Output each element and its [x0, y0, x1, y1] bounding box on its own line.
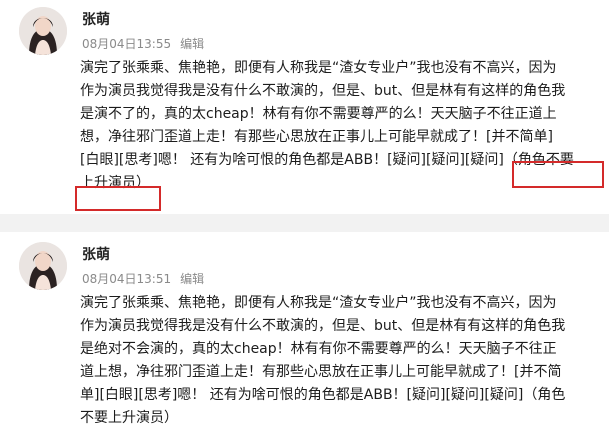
avatar[interactable] [19, 7, 67, 55]
post-text-line: 是演不了的，真的太cheap！林有有你不需要尊严的么！天天脑子不往正道上 [80, 106, 557, 122]
avatar-image [19, 242, 67, 290]
highlight-box [75, 186, 161, 211]
author-name[interactable]: 张萌 [82, 9, 110, 29]
post-text-line: 想，净往邪门歪道上走！有那些心思放在正事儿上可能早就成了！[并不简单] [80, 129, 553, 145]
avatar[interactable] [19, 242, 67, 290]
edit-label[interactable]: 编辑 [180, 272, 204, 286]
highlight-box [512, 161, 604, 188]
post-text-line: 不要上升演员） [80, 410, 178, 426]
post-text-line: 演完了张乘乘、焦艳艳，即便有人称我是“渣女专业户”我也没有不高兴，因为 [80, 295, 557, 311]
post-text: 演完了张乘乘、焦艳艳，即便有人称我是“渣女专业户”我也没有不高兴，因为 作为演员… [80, 292, 592, 430]
edit-label[interactable]: 编辑 [180, 37, 204, 51]
post-text-line: 作为演员我觉得我是没有什么不敢演的，但是、but、但是林有有这样的角色我 [80, 83, 566, 99]
post-text-line: 演完了张乘乘、焦艳艳，即便有人称我是“渣女专业户”我也没有不高兴，因为 [80, 60, 557, 76]
post-timestamp[interactable]: 08月04日13:51 [82, 272, 171, 286]
post-text-line: 道上想，净往邪门歪道上走！有那些心思放在正事儿上可能早就成了！[并不简 [80, 364, 562, 380]
post-card: 张萌 08月04日13:55 编辑 演完了张乘乘、焦艳艳，即便有人称我是“渣女专业… [0, 0, 609, 214]
avatar-image [19, 7, 67, 55]
post-timestamp[interactable]: 08月04日13:55 [82, 37, 171, 51]
post-card: 张萌 08月04日13:51 编辑 演完了张乘乘、焦艳艳，即便有人称我是“渣女专业… [0, 232, 609, 439]
post-divider [0, 214, 609, 232]
post-text-line: 单][白眼][思考]嗯！ 还有为啥可恨的角色都是ABB！[疑问][疑问][疑问]… [80, 387, 566, 403]
post-meta: 08月04日13:55 编辑 [82, 35, 204, 52]
post-text-line: 作为演员我觉得我是没有什么不敢演的，但是、but、但是林有有这样的角色我 [80, 318, 566, 334]
post-meta: 08月04日13:51 编辑 [82, 270, 204, 287]
post-text-line: 是绝对不会演的，真的太cheap！林有有你不需要尊严的么！天天脑子不往正 [80, 341, 557, 357]
author-name[interactable]: 张萌 [82, 244, 110, 264]
